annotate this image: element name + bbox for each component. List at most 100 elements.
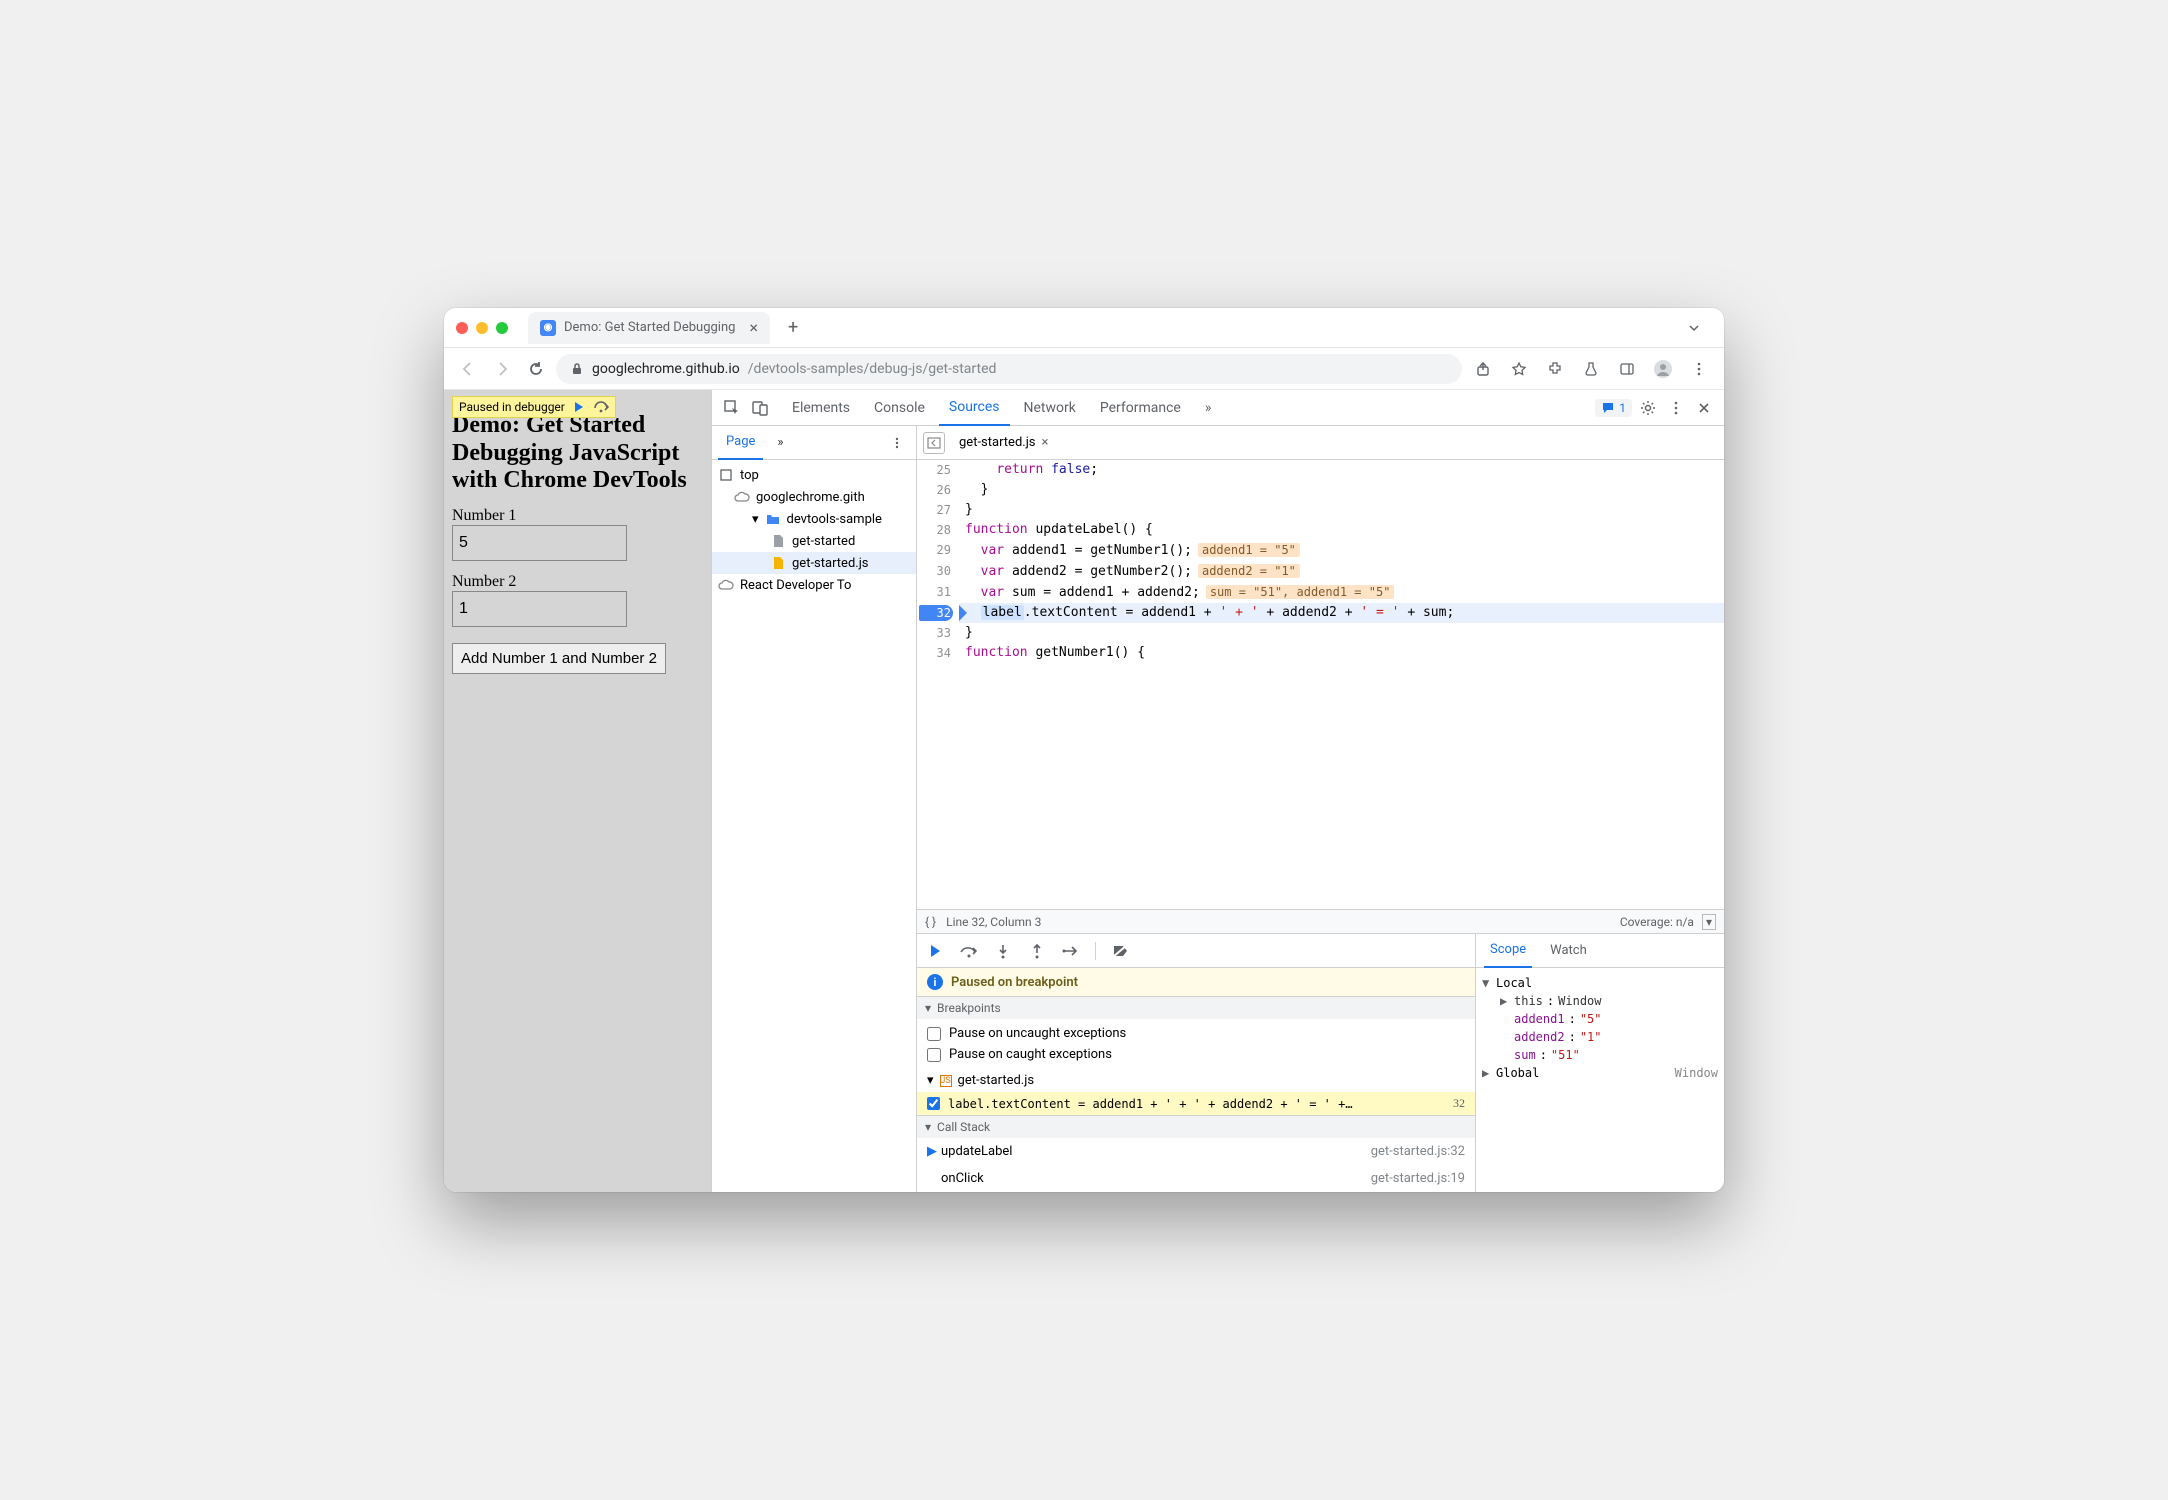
new-tab-button[interactable]: +: [778, 317, 808, 338]
overlay-stepover-button[interactable]: [593, 399, 609, 415]
source-editor[interactable]: 25 return false;26 }27}28function update…: [917, 460, 1724, 909]
tab-watch[interactable]: Watch: [1544, 934, 1593, 968]
gutter-line-number[interactable]: 28: [917, 520, 959, 540]
fullscreen-window-button[interactable]: [496, 322, 508, 334]
close-file-button[interactable]: ×: [1042, 435, 1049, 450]
breakpoint-line[interactable]: label.textContent = addend1 + ' + ' + ad…: [917, 1092, 1475, 1115]
gutter-line-number[interactable]: 34: [917, 643, 959, 663]
navigator-tab-overflow[interactable]: »: [769, 426, 791, 460]
pause-caught-checkbox-row[interactable]: Pause on caught exceptions: [927, 1044, 1465, 1065]
scope-variable[interactable]: sum: "51": [1482, 1046, 1718, 1064]
tree-folder[interactable]: ▾ devtools-sample: [712, 508, 916, 530]
navigator-more-button[interactable]: [884, 436, 910, 450]
tab-sources[interactable]: Sources: [939, 390, 1010, 426]
callstack-frame[interactable]: onClickget-started.js:19: [917, 1165, 1475, 1192]
console-message-count[interactable]: 1: [1595, 399, 1632, 417]
gutter-line-number[interactable]: 27: [917, 500, 959, 520]
overlay-resume-button[interactable]: [571, 399, 587, 415]
breakpoint-checkbox[interactable]: [927, 1097, 940, 1110]
input-number-1[interactable]: [452, 525, 627, 561]
tab-network[interactable]: Network: [1014, 390, 1086, 426]
more-button[interactable]: [1664, 396, 1688, 420]
sidepanel-button[interactable]: [1612, 354, 1642, 384]
file-tab-active[interactable]: get-started.js ×: [951, 429, 1056, 457]
menu-button[interactable]: [1684, 354, 1714, 384]
scope-local-header[interactable]: ▼Local: [1482, 974, 1718, 992]
breakpoint-file-group[interactable]: ▾ JS get-started.js: [917, 1069, 1475, 1092]
tab-console[interactable]: Console: [864, 390, 935, 426]
gutter-line-number[interactable]: 32: [917, 603, 959, 623]
source-line[interactable]: 32 label.textContent = addend1 + ' + ' +…: [917, 603, 1724, 623]
input-number-2[interactable]: [452, 591, 627, 627]
tree-extension-react[interactable]: React Developer To: [712, 574, 916, 596]
breakpoints-header[interactable]: ▾ Breakpoints: [917, 996, 1475, 1019]
close-devtools-button[interactable]: [1692, 396, 1716, 420]
step-over-button[interactable]: [959, 941, 979, 961]
tree-file-js[interactable]: get-started.js: [712, 552, 916, 574]
forward-button[interactable]: [488, 355, 516, 383]
tab-overflow[interactable]: »: [1195, 390, 1222, 426]
url-input[interactable]: googlechrome.github.io/devtools-samples/…: [556, 354, 1462, 384]
show-navigator-button[interactable]: [923, 432, 945, 454]
gutter-line-number[interactable]: 26: [917, 480, 959, 500]
file-icon: [770, 533, 786, 549]
close-tab-button[interactable]: ×: [749, 318, 758, 337]
gutter-line-number[interactable]: 25: [917, 460, 959, 480]
profile-button[interactable]: [1648, 354, 1678, 384]
gutter-line-number[interactable]: 31: [917, 582, 959, 603]
tree-file-html[interactable]: get-started: [712, 530, 916, 552]
scope-this[interactable]: ▶this: Window: [1482, 992, 1718, 1010]
back-button[interactable]: [454, 355, 482, 383]
coverage-toggle-button[interactable]: ▾: [1702, 914, 1716, 930]
extensions-button[interactable]: [1540, 354, 1570, 384]
source-line[interactable]: 25 return false;: [917, 460, 1724, 480]
callstack-frame[interactable]: ▶updateLabelget-started.js:32: [917, 1138, 1475, 1165]
source-line[interactable]: 33}: [917, 623, 1724, 643]
navigator-tab-page[interactable]: Page: [718, 426, 763, 460]
minimize-window-button[interactable]: [476, 322, 488, 334]
gutter-line-number[interactable]: 30: [917, 561, 959, 582]
gutter-line-number[interactable]: 33: [917, 623, 959, 643]
tab-elements[interactable]: Elements: [782, 390, 860, 426]
callstack-header[interactable]: ▾ Call Stack: [917, 1115, 1475, 1138]
browser-tab[interactable]: ◉ Demo: Get Started Debugging ×: [528, 312, 770, 344]
source-line[interactable]: 29 var addend1 = getNumber1();addend1 = …: [917, 540, 1724, 561]
tree-top[interactable]: top: [712, 464, 916, 486]
pretty-print-button[interactable]: { }: [925, 915, 936, 929]
reload-button[interactable]: [522, 355, 550, 383]
gutter-line-number[interactable]: 29: [917, 540, 959, 561]
debugger-row: i Paused on breakpoint ▾ Breakpoints Pau…: [917, 933, 1724, 1192]
add-button[interactable]: Add Number 1 and Number 2: [452, 643, 666, 674]
inspect-element-button[interactable]: [720, 396, 744, 420]
deactivate-breakpoints-button[interactable]: [1110, 941, 1130, 961]
source-line[interactable]: 27}: [917, 500, 1724, 520]
scope-variable[interactable]: addend2: "1": [1482, 1028, 1718, 1046]
share-button[interactable]: [1468, 354, 1498, 384]
tab-performance[interactable]: Performance: [1090, 390, 1191, 426]
labs-button[interactable]: [1576, 354, 1606, 384]
source-line[interactable]: 30 var addend2 = getNumber2();addend2 = …: [917, 561, 1724, 582]
source-line[interactable]: 26 }: [917, 480, 1724, 500]
pause-uncaught-checkbox-row[interactable]: Pause on uncaught exceptions: [927, 1023, 1465, 1044]
source-line[interactable]: 34function getNumber1() {: [917, 643, 1724, 663]
tab-overflow-button[interactable]: [1676, 320, 1712, 336]
scope-tabs: Scope Watch: [1476, 934, 1724, 968]
scope-variable[interactable]: addend1: "5": [1482, 1010, 1718, 1028]
close-window-button[interactable]: [456, 322, 468, 334]
step-into-button[interactable]: [993, 941, 1013, 961]
tree-origin[interactable]: googlechrome.gith: [712, 486, 916, 508]
scope-global-header[interactable]: ▶GlobalWindow: [1482, 1064, 1718, 1082]
step-button[interactable]: [1061, 941, 1081, 961]
source-line[interactable]: 31 var sum = addend1 + addend2;sum = "51…: [917, 582, 1724, 603]
device-toolbar-button[interactable]: [748, 396, 772, 420]
resume-button[interactable]: [925, 941, 945, 961]
settings-button[interactable]: [1636, 396, 1660, 420]
source-line[interactable]: 28function updateLabel() {: [917, 520, 1724, 540]
info-icon: i: [927, 974, 943, 990]
tab-scope[interactable]: Scope: [1484, 934, 1532, 968]
coverage-status: Coverage: n/a: [1620, 915, 1694, 929]
pause-uncaught-checkbox[interactable]: [927, 1027, 941, 1041]
step-out-button[interactable]: [1027, 941, 1047, 961]
bookmark-button[interactable]: [1504, 354, 1534, 384]
pause-caught-checkbox[interactable]: [927, 1048, 941, 1062]
